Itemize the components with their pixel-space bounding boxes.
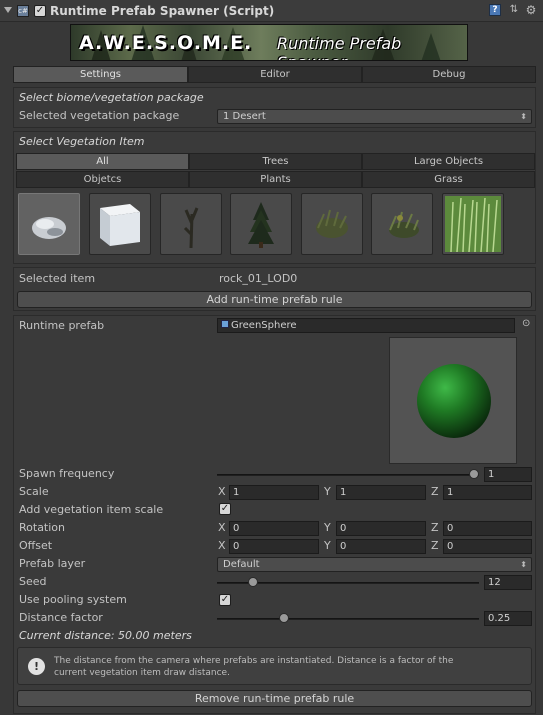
dropdown-arrow-icon: ⬍ — [520, 112, 527, 121]
preset-icon[interactable]: ⇅ — [508, 4, 520, 16]
prefab-preview — [389, 337, 517, 464]
remove-prefab-rule-button[interactable]: Remove run-time prefab rule — [17, 690, 532, 707]
offset-x-field[interactable]: 0 — [229, 539, 319, 554]
thumbnail-grass[interactable] — [442, 193, 504, 255]
sphere-icon — [417, 364, 491, 438]
add-vegetation-scale-checkbox[interactable]: ✓ — [219, 503, 231, 515]
rotation-y-label: Y — [324, 521, 331, 534]
tab-settings[interactable]: Settings — [13, 66, 188, 83]
filter-trees[interactable]: Trees — [189, 153, 362, 170]
scale-y-label: Y — [324, 485, 331, 498]
scale-x-label: X — [218, 485, 226, 498]
offset-z-label: Z — [431, 539, 439, 552]
spawn-frequency-label: Spawn frequency — [19, 467, 115, 480]
scale-label: Scale — [19, 485, 49, 498]
banner-brand: A.W.E.S.O.M.E. — [79, 32, 253, 54]
distance-factor-slider[interactable] — [217, 618, 479, 620]
thumbnail-rock[interactable] — [18, 193, 80, 255]
banner-product: Runtime Prefab Spawner — [277, 34, 402, 60]
prefab-layer-dropdown[interactable]: Default ⬍ — [217, 557, 532, 572]
pooling-label: Use pooling system — [19, 593, 127, 606]
rotation-x-label: X — [218, 521, 226, 534]
add-vegetation-scale-label: Add vegetation item scale — [19, 503, 164, 516]
distance-factor-slider-thumb[interactable] — [279, 613, 289, 623]
prefab-layer-label: Prefab layer — [19, 557, 86, 570]
spawn-frequency-slider[interactable] — [217, 474, 479, 476]
rotation-y-field[interactable]: 0 — [336, 521, 426, 536]
pine-tree-icon — [248, 202, 274, 248]
scale-z-label: Z — [431, 485, 439, 498]
spawn-frequency-slider-thumb[interactable] — [469, 469, 479, 479]
thumbnail-dead-tree[interactable] — [160, 193, 222, 255]
rock-icon — [32, 217, 66, 239]
vegetation-package-dropdown[interactable]: 1 Desert ⬍ — [217, 109, 532, 124]
shrub-icon — [389, 211, 419, 238]
foldout-arrow-icon[interactable] — [4, 7, 12, 13]
dead-tree-icon — [183, 207, 199, 249]
help-icon[interactable]: ? — [489, 4, 501, 16]
selected-item-label: Selected item — [19, 272, 96, 285]
spawn-frequency-field[interactable]: 1 — [484, 467, 532, 482]
tab-editor[interactable]: Editor — [188, 66, 362, 83]
vegetation-package-value: 1 Desert — [223, 111, 266, 122]
scale-x-field[interactable]: 1 — [229, 485, 319, 500]
current-distance-text: Current distance: 50.00 meters — [19, 629, 192, 642]
seed-label: Seed — [19, 575, 47, 588]
offset-y-field[interactable]: 0 — [336, 539, 426, 554]
vegetation-item-heading: Select Vegetation Item — [19, 135, 145, 148]
thumbnail-bush[interactable] — [301, 193, 363, 255]
scale-z-field[interactable]: 1 — [443, 485, 532, 500]
seed-field[interactable]: 12 — [484, 575, 532, 590]
object-picker-icon[interactable]: ⊙ — [522, 318, 530, 329]
biome-heading: Select biome/vegetation package — [19, 91, 204, 104]
runtime-prefab-value: GreenSphere — [231, 320, 297, 331]
awesome-banner: A.W.E.S.O.M.E. Runtime Prefab Spawner — [70, 24, 468, 61]
scale-y-field[interactable]: 1 — [336, 485, 426, 500]
seed-slider-thumb[interactable] — [248, 577, 258, 587]
script-icon: c# — [17, 5, 29, 17]
bush-icon — [316, 209, 348, 238]
offset-x-label: X — [218, 539, 226, 552]
thumbnail-pine-tree[interactable] — [230, 193, 292, 255]
thumbnail-shrub[interactable] — [371, 193, 433, 255]
prefab-layer-value: Default — [223, 559, 260, 570]
offset-label: Offset — [19, 539, 53, 552]
rotation-label: Rotation — [19, 521, 66, 534]
offset-z-field[interactable]: 0 — [443, 539, 532, 554]
grass-icon — [445, 196, 501, 253]
info-helpbox: ! The distance from the camera where pre… — [17, 647, 532, 685]
cube-icon — [100, 204, 140, 246]
gear-icon[interactable]: ⚙ — [525, 4, 537, 16]
offset-y-label: Y — [324, 539, 331, 552]
rotation-x-field[interactable]: 0 — [229, 521, 319, 536]
vegetation-package-label: Selected vegetation package — [19, 109, 180, 122]
add-prefab-rule-button[interactable]: Add run-time prefab rule — [17, 291, 532, 308]
component-enabled-checkbox[interactable]: ✓ — [34, 5, 46, 17]
pooling-checkbox[interactable]: ✓ — [219, 594, 231, 606]
dropdown-arrow-icon: ⬍ — [520, 560, 527, 569]
filter-plants[interactable]: Plants — [189, 171, 362, 188]
selected-item-value: rock_01_LOD0 — [219, 272, 298, 285]
info-text-line1: The distance from the camera where prefa… — [54, 656, 454, 666]
info-icon: ! — [28, 658, 45, 675]
filter-large-objects[interactable]: Large Objects — [362, 153, 535, 170]
filter-all[interactable]: All — [16, 153, 189, 170]
component-title: Runtime Prefab Spawner (Script) — [50, 4, 275, 18]
distance-factor-label: Distance factor — [19, 611, 103, 624]
rotation-z-label: Z — [431, 521, 439, 534]
info-text-line2: current vegetation item draw distance. — [54, 668, 230, 678]
runtime-prefab-field[interactable]: GreenSphere — [217, 318, 515, 333]
runtime-prefab-label: Runtime prefab — [19, 319, 105, 332]
filter-grass[interactable]: Grass — [362, 171, 535, 188]
rotation-z-field[interactable]: 0 — [443, 521, 532, 536]
thumbnail-cube[interactable] — [89, 193, 151, 255]
distance-factor-field[interactable]: 0.25 — [484, 611, 532, 626]
tab-debug[interactable]: Debug — [362, 66, 536, 83]
prefab-icon — [221, 320, 229, 328]
component-header: c# ✓ Runtime Prefab Spawner (Script) ? ⇅… — [0, 0, 543, 22]
filter-objects[interactable]: Objetcs — [16, 171, 189, 188]
